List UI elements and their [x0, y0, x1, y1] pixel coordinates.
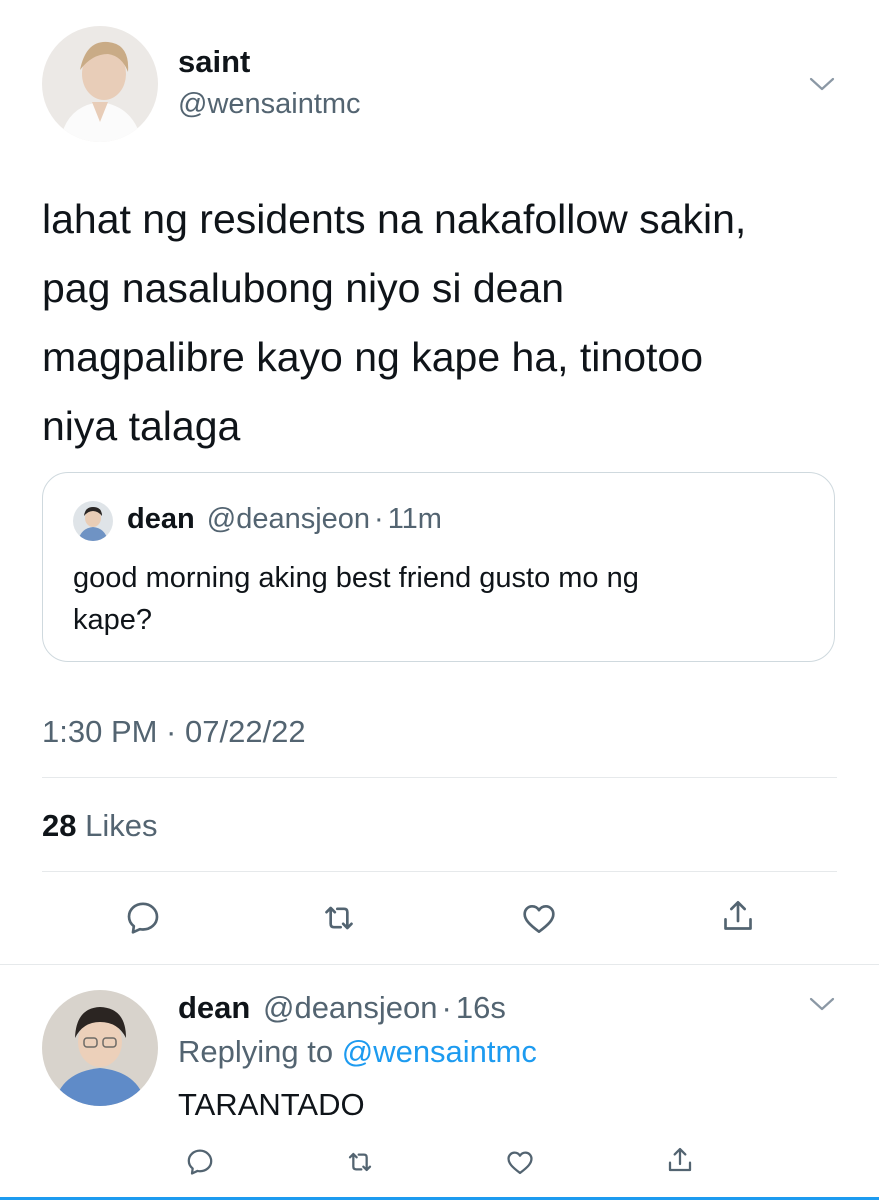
retweet-button[interactable] [315, 894, 363, 942]
quoted-avatar[interactable] [73, 501, 113, 541]
reply-retweet-button[interactable] [340, 1142, 380, 1182]
share-icon [668, 1147, 692, 1172]
reply-share-button[interactable] [660, 1140, 700, 1180]
like-button[interactable] [515, 894, 563, 942]
quoted-handle[interactable]: @deansjeon [207, 503, 370, 535]
main-tweet-line: niya talaga [42, 403, 241, 449]
reply-handle[interactable]: @deansjeon [263, 990, 438, 1025]
share-icon [724, 901, 752, 930]
retweet-icon [348, 1152, 372, 1172]
quoted-tweet-text: good morning aking best friend gusto mo … [73, 557, 813, 641]
divider [42, 777, 837, 778]
replying-to-line: Replying to @wensaintmc [178, 1034, 537, 1070]
main-display-name[interactable]: saint [178, 44, 250, 80]
divider [0, 964, 879, 965]
reply-icon [187, 1149, 213, 1175]
like-icon [523, 905, 555, 933]
likes-count: 28 [42, 808, 77, 843]
main-tweet-line: lahat ng residents na nakafollow sakin, [42, 196, 747, 242]
main-tweet-text: lahat ng residents na nakafollow sakin, … [42, 185, 852, 461]
retweet-icon [325, 906, 353, 930]
main-chevron-down-icon[interactable] [806, 70, 838, 98]
reply-separator: · [441, 990, 452, 1025]
quoted-time[interactable]: 11m [388, 503, 442, 535]
main-tweet-line: magpalibre kayo ng kape ha, tinotoo [42, 334, 704, 380]
replying-prefix: Replying to [178, 1034, 334, 1069]
replying-to-link[interactable]: @wensaintmc [342, 1034, 537, 1069]
share-button[interactable] [714, 892, 762, 940]
reply-avatar[interactable] [42, 990, 158, 1106]
main-avatar[interactable] [42, 26, 158, 142]
quoted-tweet-line: good morning aking best friend gusto mo … [73, 562, 639, 594]
reply-text: TARANTADO [178, 1087, 365, 1122]
reply-header: dean @deansjeon · 16s [178, 990, 506, 1026]
likes-stat[interactable]: 28 Likes [42, 808, 157, 844]
reply-reply-button[interactable] [180, 1142, 220, 1182]
like-icon [507, 1151, 533, 1175]
quoted-tweet-line: kape? [73, 604, 153, 636]
tweet-timestamp[interactable]: 1:30 PM · 07/22/22 [42, 714, 306, 750]
reply-display-name[interactable]: dean [178, 990, 250, 1025]
likes-label: Likes [85, 808, 158, 843]
reply-time[interactable]: 16s [456, 990, 506, 1025]
quoted-header: dean @deansjeon · 11m [127, 503, 442, 536]
quoted-display-name[interactable]: dean [127, 503, 195, 535]
reply-like-button[interactable] [500, 1142, 540, 1182]
quoted-separator: · [374, 503, 384, 535]
quoted-tweet-card[interactable]: dean @deansjeon · 11m good morning aking b… [42, 472, 835, 662]
reply-chevron-down-icon[interactable] [806, 990, 838, 1018]
main-handle[interactable]: @wensaintmc [178, 88, 361, 121]
main-tweet-line: pag nasalubong niyo si dean [42, 265, 565, 311]
reply-icon [127, 902, 159, 934]
divider [42, 871, 837, 872]
reply-button[interactable] [119, 894, 167, 942]
